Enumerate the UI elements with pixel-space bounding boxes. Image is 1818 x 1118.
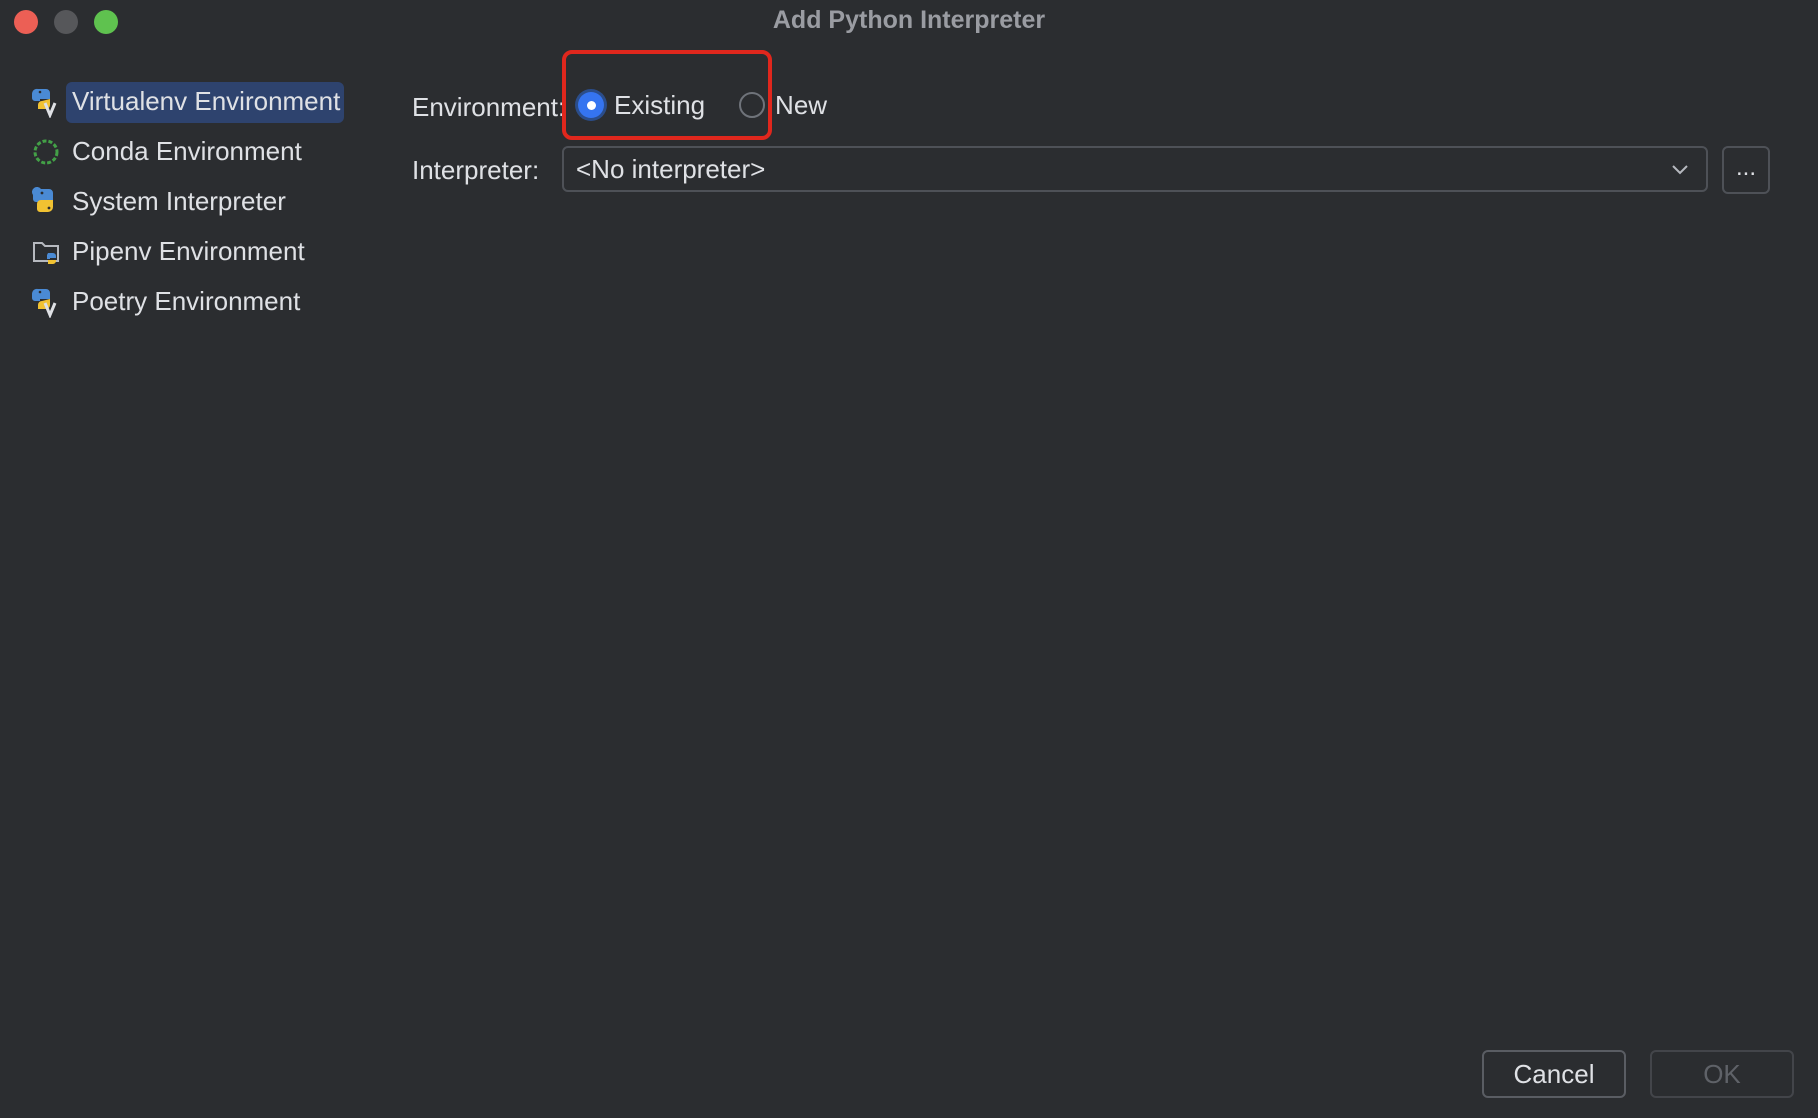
sidebar-item-poetry[interactable]: Poetry Environment	[24, 280, 364, 324]
environment-radio-group: Existing New	[562, 80, 827, 130]
chevron-down-icon[interactable]	[1668, 157, 1692, 181]
interpreter-label: Interpreter:	[412, 154, 540, 185]
sidebar-item-label: Virtualenv Environment	[66, 81, 345, 123]
environment-row: Environment:	[412, 82, 565, 132]
interpreter-row: Interpreter:	[412, 146, 539, 194]
sidebar-item-system-interpreter[interactable]: System Interpreter	[24, 180, 364, 224]
new-radio[interactable]: New	[739, 90, 827, 121]
sidebar-item-pipenv[interactable]: Pipenv Environment	[24, 230, 364, 274]
sidebar-item-label: Pipenv Environment	[72, 235, 305, 266]
cancel-button[interactable]: Cancel	[1482, 1050, 1626, 1098]
python-icon	[30, 186, 62, 218]
radio-unchecked-icon[interactable]	[739, 92, 766, 118]
browse-interpreter-button[interactable]: ...	[1722, 146, 1770, 194]
new-radio-label[interactable]: New	[775, 90, 827, 121]
existing-radio[interactable]: Existing	[578, 90, 705, 121]
sidebar-item-label: System Interpreter	[72, 185, 286, 216]
radio-checked-icon[interactable]	[578, 92, 604, 118]
environment-label: Environment:	[412, 91, 566, 122]
sidebar-item-virtualenv[interactable]: Virtualenv Environment	[24, 80, 364, 124]
conda-icon	[30, 136, 62, 168]
window-title: Add Python Interpreter	[772, 6, 1046, 34]
existing-radio-label[interactable]: Existing	[614, 90, 705, 121]
sidebar-item-conda[interactable]: Conda Environment	[24, 130, 364, 174]
virtualenv-icon	[30, 86, 62, 118]
title-bar: Add Python Interpreter	[0, 0, 1818, 44]
poetry-icon	[30, 286, 62, 318]
interpreter-dropdown-value: <No interpreter>	[576, 153, 766, 184]
sidebar-item-label: Poetry Environment	[72, 285, 301, 316]
environment-type-list: Virtualenv Environment Conda Environment…	[24, 80, 364, 330]
add-python-interpreter-dialog: Add Python Interpreter Virtualenv Enviro…	[0, 0, 1818, 1118]
interpreter-dropdown[interactable]: <No interpreter>	[562, 146, 1708, 192]
pipenv-folder-icon	[30, 236, 62, 268]
sidebar-item-label: Conda Environment	[72, 135, 302, 166]
ok-button[interactable]: OK	[1650, 1050, 1794, 1098]
